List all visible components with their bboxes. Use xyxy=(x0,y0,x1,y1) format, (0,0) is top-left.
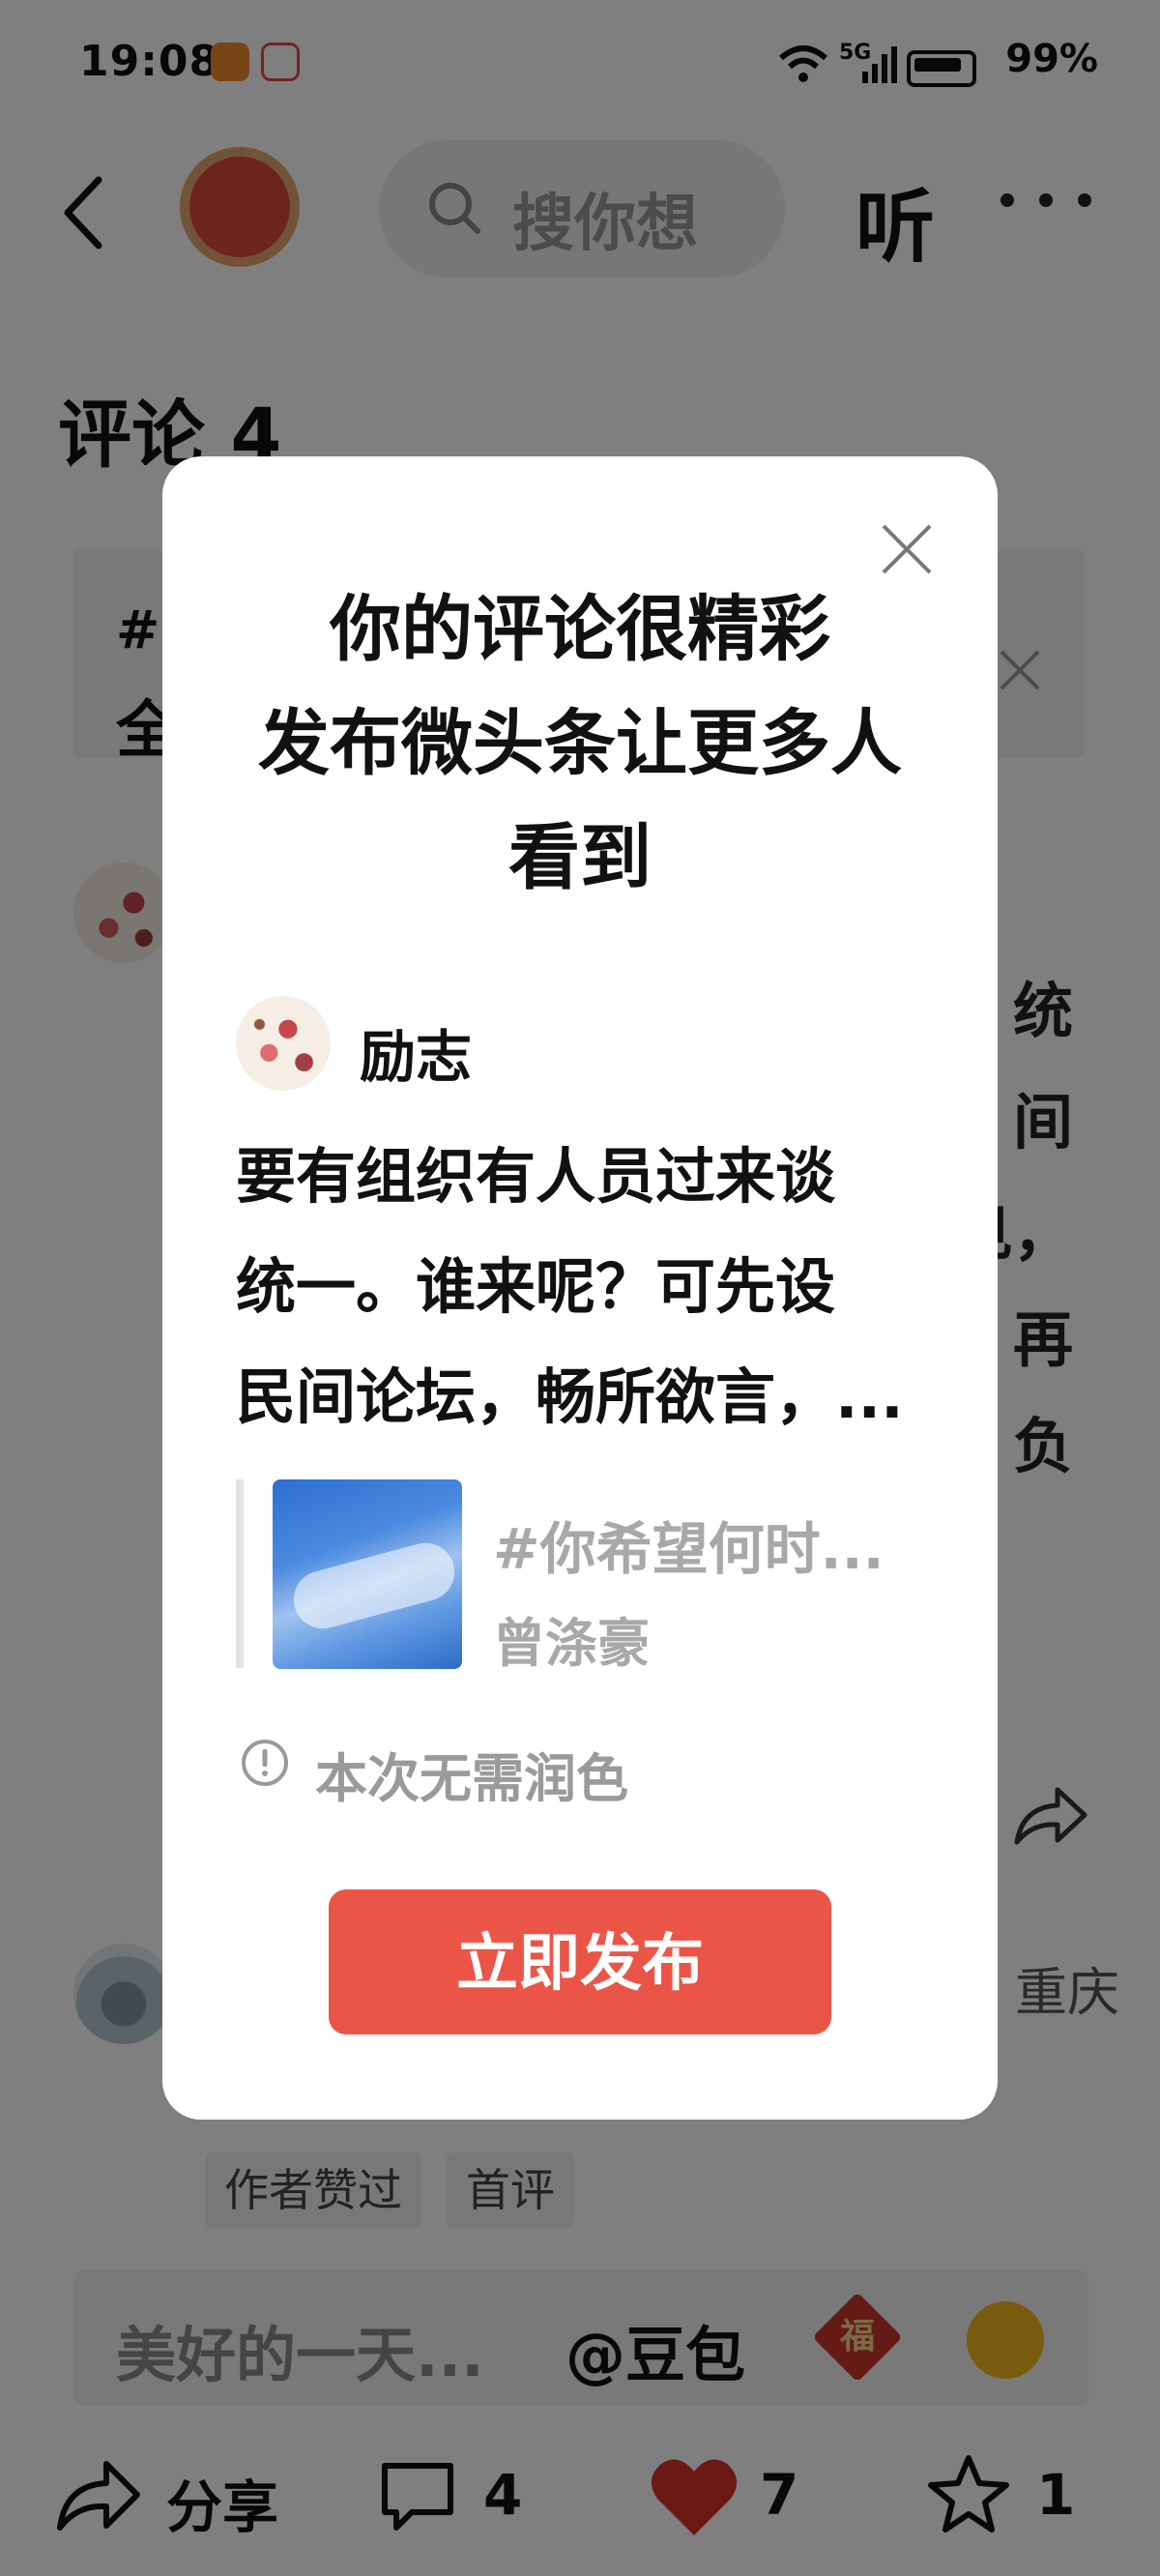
modal-title-line: 发布微头条让更多人 xyxy=(258,702,902,785)
close-icon[interactable] xyxy=(878,520,936,578)
author-name: 励志 xyxy=(360,1024,473,1090)
comment-preview: 要有组织有人员过来谈 统一。谁来呢？可先设 民间论坛，畅所欲言，... xyxy=(236,1122,942,1452)
comment-line: 民间论坛，畅所欲言，... xyxy=(236,1361,904,1432)
comment-line: 要有组织有人员过来谈 xyxy=(236,1141,836,1212)
quote-author: 曾涤豪 xyxy=(493,1613,650,1674)
polish-notice: 本次无需润色 xyxy=(315,1748,628,1809)
info-icon xyxy=(242,1740,288,1786)
modal-title-line: 你的评论很精彩 xyxy=(330,588,830,671)
comment-line: 统一。谁来呢？可先设 xyxy=(236,1251,836,1322)
quote-thumbnail xyxy=(273,1479,462,1669)
quote-divider xyxy=(236,1479,244,1668)
modal-title-line: 看到 xyxy=(508,816,652,899)
quote-topic: #你希望何时... xyxy=(493,1516,884,1582)
author-avatar xyxy=(236,996,331,1091)
publish-now-button[interactable]: 立即发布 xyxy=(329,1889,831,2034)
